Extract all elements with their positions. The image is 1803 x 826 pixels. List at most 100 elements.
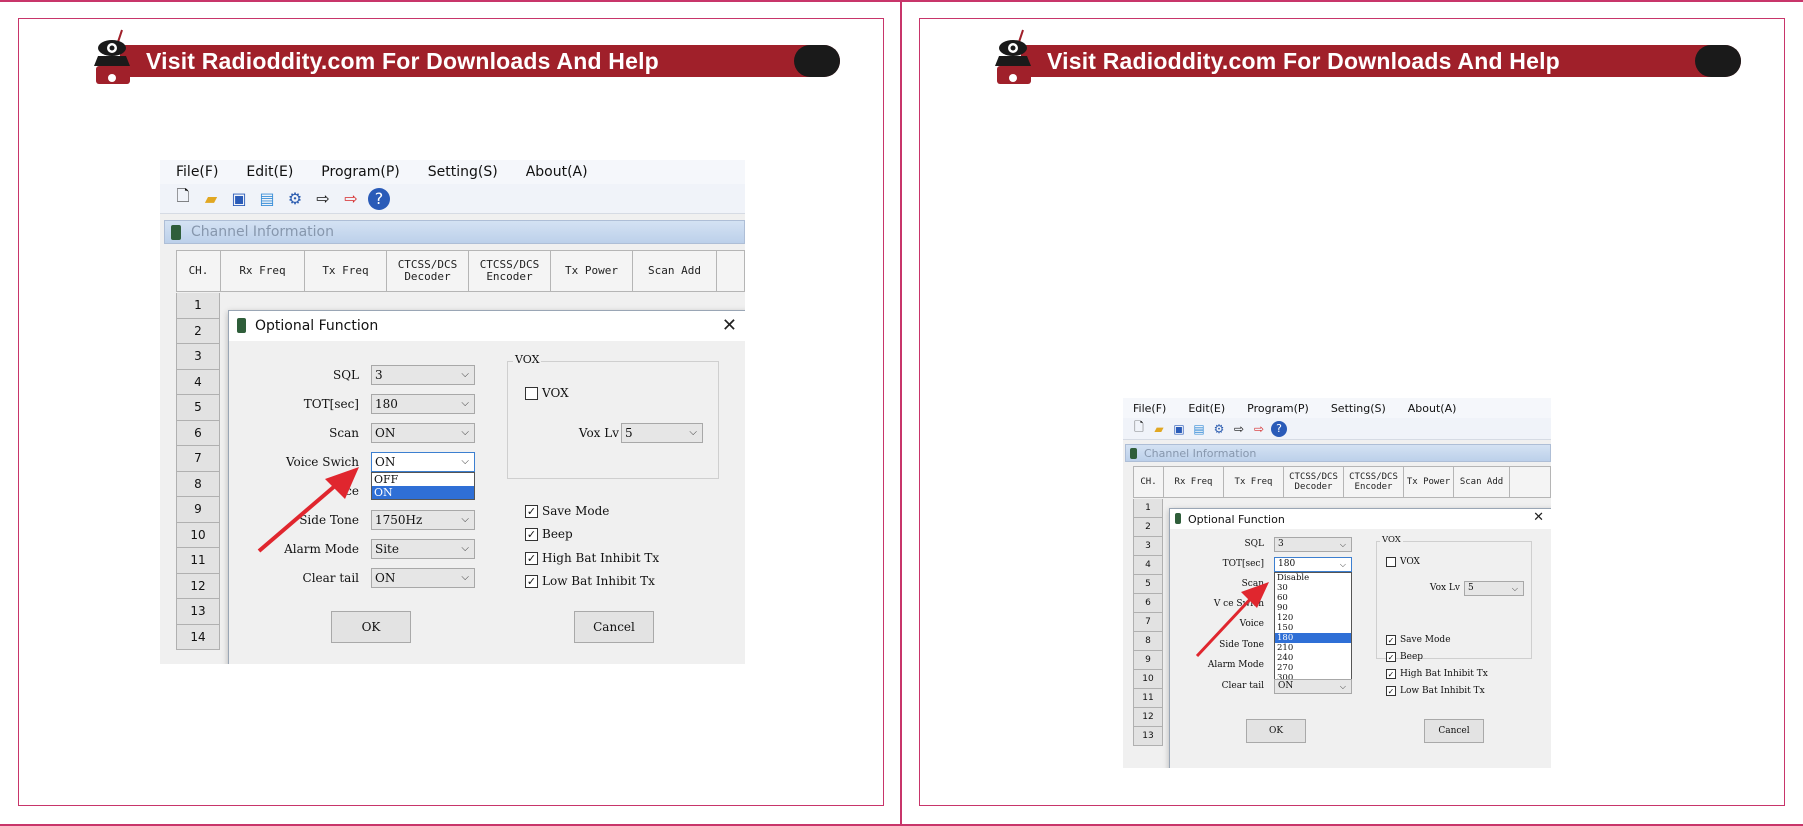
dropdown-option[interactable]: 210 bbox=[1275, 643, 1351, 653]
dropdown-option[interactable]: 240 bbox=[1275, 653, 1351, 663]
settings-icon[interactable]: ⚙ bbox=[284, 188, 306, 210]
high-bat-checkbox[interactable]: ✓ High Bat Inhibit Tx bbox=[1386, 669, 1488, 679]
row-number[interactable]: 3 bbox=[176, 344, 220, 370]
write-radio-icon[interactable]: ⇨ bbox=[1231, 421, 1247, 437]
low-bat-checkbox[interactable]: ✓ Low Bat Inhibit Tx bbox=[1386, 686, 1485, 696]
col-decoder[interactable]: CTCSS/DCS Decoder bbox=[387, 251, 469, 291]
beep-checkbox[interactable]: ✓ Beep bbox=[1386, 652, 1423, 662]
row-number[interactable]: 13 bbox=[176, 599, 220, 625]
row-number[interactable]: 12 bbox=[1133, 708, 1163, 727]
row-number[interactable]: 2 bbox=[1133, 518, 1163, 537]
menu-program[interactable]: Program(P) bbox=[321, 164, 399, 180]
row-number[interactable]: 5 bbox=[1133, 575, 1163, 594]
open-folder-icon[interactable]: ▰ bbox=[1151, 421, 1167, 437]
close-icon[interactable]: ✕ bbox=[1533, 510, 1544, 525]
col-tx-power[interactable]: Tx Power bbox=[1404, 467, 1454, 497]
dropdown-option-selected[interactable]: 180 bbox=[1275, 633, 1351, 643]
menu-file[interactable]: File(F) bbox=[176, 164, 218, 180]
menu-file[interactable]: File(F) bbox=[1133, 402, 1166, 415]
menu-program[interactable]: Program(P) bbox=[1247, 402, 1309, 415]
read-radio-icon[interactable]: ▤ bbox=[1191, 421, 1207, 437]
row-number[interactable]: 14 bbox=[176, 624, 220, 650]
new-file-icon[interactable]: 🗋 bbox=[172, 186, 194, 210]
row-number[interactable]: 1 bbox=[1133, 499, 1163, 518]
menu-setting[interactable]: Setting(S) bbox=[1331, 402, 1386, 415]
row-number[interactable]: 7 bbox=[176, 446, 220, 472]
row-number[interactable]: 11 bbox=[176, 548, 220, 574]
row-number[interactable]: 2 bbox=[176, 318, 220, 344]
dropdown-option-selected[interactable]: ON bbox=[372, 486, 474, 499]
open-folder-icon[interactable]: ▰ bbox=[200, 188, 222, 210]
dropdown-option[interactable]: OFF bbox=[372, 473, 474, 486]
sql-select[interactable]: 3 ⌵ bbox=[1274, 537, 1352, 552]
settings-icon[interactable]: ⚙ bbox=[1211, 421, 1227, 437]
ok-button[interactable]: OK bbox=[1246, 719, 1306, 743]
menu-about[interactable]: About(A) bbox=[1408, 402, 1457, 415]
high-bat-checkbox[interactable]: ✓ High Bat Inhibit Tx bbox=[525, 551, 659, 565]
scan-select[interactable]: ON ⌵ bbox=[371, 423, 475, 443]
save-icon[interactable]: ▣ bbox=[228, 188, 250, 210]
upload-radio-icon[interactable]: ⇨ bbox=[340, 188, 362, 210]
low-bat-checkbox[interactable]: ✓ Low Bat Inhibit Tx bbox=[525, 574, 655, 588]
row-number[interactable]: 13 bbox=[1133, 727, 1163, 746]
ok-button[interactable]: OK bbox=[331, 611, 411, 643]
col-rx-freq[interactable]: Rx Freq bbox=[1164, 467, 1224, 497]
vox-lv-select[interactable]: 5 ⌵ bbox=[621, 423, 703, 443]
dropdown-option[interactable]: Disable bbox=[1275, 573, 1351, 583]
read-radio-icon[interactable]: ▤ bbox=[256, 188, 278, 210]
row-number[interactable]: 3 bbox=[1133, 537, 1163, 556]
dropdown-option[interactable]: 90 bbox=[1275, 603, 1351, 613]
menu-edit[interactable]: Edit(E) bbox=[1188, 402, 1225, 415]
row-number[interactable]: 1 bbox=[176, 293, 220, 319]
dropdown-option[interactable]: 120 bbox=[1275, 613, 1351, 623]
vox-checkbox[interactable]: VOX bbox=[1386, 557, 1420, 567]
dropdown-option[interactable]: 30 bbox=[1275, 583, 1351, 593]
col-tx-power[interactable]: Tx Power bbox=[551, 251, 633, 291]
col-encoder[interactable]: CTCSS/DCS Encoder bbox=[1344, 467, 1404, 497]
side-tone-select[interactable]: 1750Hz ⌵ bbox=[371, 510, 475, 530]
sql-select[interactable]: 3 ⌵ bbox=[371, 365, 475, 385]
vox-lv-select[interactable]: 5 ⌵ bbox=[1464, 581, 1524, 596]
col-ch[interactable]: CH. bbox=[177, 251, 221, 291]
cancel-button[interactable]: Cancel bbox=[574, 611, 654, 643]
row-number[interactable]: 8 bbox=[176, 471, 220, 497]
col-encoder[interactable]: CTCSS/DCS Encoder bbox=[469, 251, 551, 291]
upload-radio-icon[interactable]: ⇨ bbox=[1251, 421, 1267, 437]
tot-select[interactable]: 180 ⌵ bbox=[1274, 557, 1352, 572]
row-number[interactable]: 4 bbox=[1133, 556, 1163, 575]
row-number[interactable]: 9 bbox=[1133, 651, 1163, 670]
help-icon[interactable]: ? bbox=[368, 187, 390, 210]
dropdown-option[interactable]: 60 bbox=[1275, 593, 1351, 603]
clear-tail-select[interactable]: ON ⌵ bbox=[1274, 679, 1352, 694]
row-number[interactable]: 7 bbox=[1133, 613, 1163, 632]
col-scan-add[interactable]: Scan Add bbox=[1454, 467, 1510, 497]
row-number[interactable]: 11 bbox=[1133, 689, 1163, 708]
save-mode-checkbox[interactable]: ✓ Save Mode bbox=[525, 504, 609, 518]
save-mode-checkbox[interactable]: ✓ Save Mode bbox=[1386, 635, 1451, 645]
cancel-button[interactable]: Cancel bbox=[1424, 719, 1484, 743]
row-number[interactable]: 9 bbox=[176, 497, 220, 523]
col-tx-freq[interactable]: Tx Freq bbox=[1224, 467, 1284, 497]
alarm-mode-select[interactable]: Site ⌵ bbox=[371, 539, 475, 559]
voice-swich-select[interactable]: ON ⌵ bbox=[371, 452, 475, 472]
row-number[interactable]: 6 bbox=[176, 420, 220, 446]
save-icon[interactable]: ▣ bbox=[1171, 421, 1187, 437]
col-scan-add[interactable]: Scan Add bbox=[633, 251, 717, 291]
new-file-icon[interactable]: 🗋 bbox=[1131, 420, 1147, 437]
vox-checkbox[interactable]: VOX bbox=[525, 386, 569, 400]
help-icon[interactable]: ? bbox=[1271, 420, 1287, 437]
close-icon[interactable]: ✕ bbox=[722, 315, 737, 336]
col-rx-freq[interactable]: Rx Freq bbox=[221, 251, 305, 291]
col-tx-freq[interactable]: Tx Freq bbox=[305, 251, 387, 291]
row-number[interactable]: 10 bbox=[176, 522, 220, 548]
clear-tail-select[interactable]: ON ⌵ bbox=[371, 568, 475, 588]
row-number[interactable]: 12 bbox=[176, 573, 220, 599]
col-decoder[interactable]: CTCSS/DCS Decoder bbox=[1284, 467, 1344, 497]
dropdown-option[interactable]: 150 bbox=[1275, 623, 1351, 633]
row-number[interactable]: 5 bbox=[176, 395, 220, 421]
row-number[interactable]: 8 bbox=[1133, 632, 1163, 651]
col-ch[interactable]: CH. bbox=[1134, 467, 1164, 497]
row-number[interactable]: 10 bbox=[1133, 670, 1163, 689]
row-number[interactable]: 6 bbox=[1133, 594, 1163, 613]
row-number[interactable]: 4 bbox=[176, 369, 220, 395]
